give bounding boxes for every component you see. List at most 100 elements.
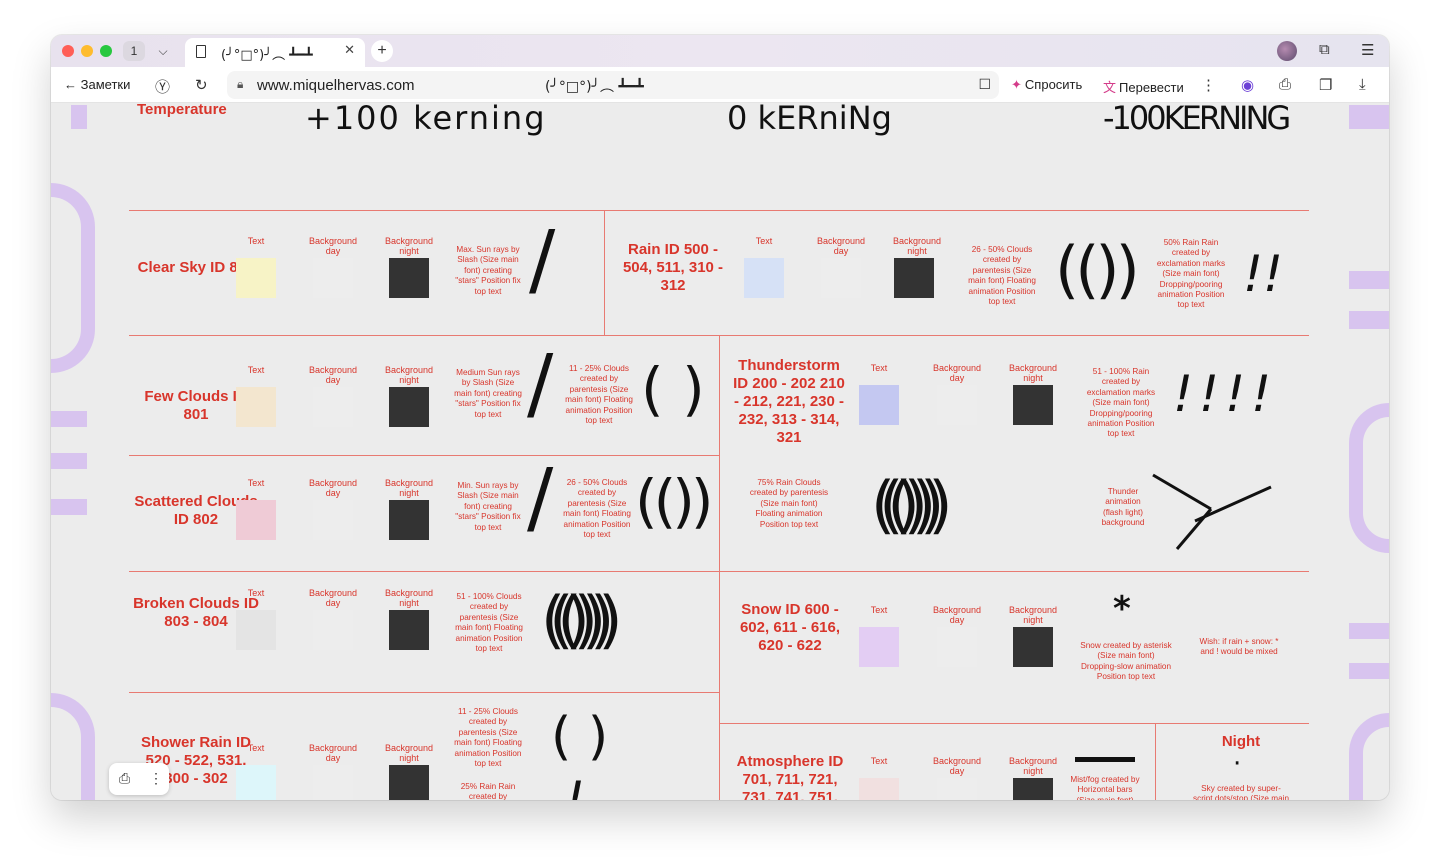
tab-active[interactable]: (╯°□°)╯︵ ┻━┻ ✕ [185,38,365,67]
clear-sky-desc: Max. Sun rays by Slash (Size main font) … [455,245,521,296]
url-host: www.miquelhervas.com [257,77,415,94]
chevron-down-icon[interactable]: ⌵ [151,41,175,61]
bg-day-swatch [821,258,861,298]
text-color-swatch [859,778,899,800]
thunder-clouds-desc: 75% Rain Clouds created by parentesis (S… [749,478,829,529]
bookmark-icon[interactable]: ☐ [978,76,991,93]
browser-window: 1 ⌵ (╯°□°)╯︵ ┻━┻ ✕ + ⧉ ☰ ← Заметки Ⓨ ↻ 🔒… [51,35,1389,800]
bg-day-swatch [313,258,353,298]
close-tab-icon[interactable]: ✕ [344,43,355,58]
decorative-shape [1349,271,1389,289]
decorative-shape [1349,713,1389,800]
tab-title: (╯°□°)╯︵ ┻━┻ [221,48,313,63]
bg-day-swatch [313,387,353,427]
tab-bar: 1 ⌵ (╯°□°)╯︵ ┻━┻ ✕ + ⧉ ☰ [51,35,1389,67]
bg-day-swatch [313,765,353,800]
address-field[interactable]: 🔒︎ www.miquelhervas.com (╯°□°)╯︵ ┻━┻ ☐ [227,71,999,99]
snow-wish-note: Wish: if rain + snow: * and ! would be m… [1199,637,1279,657]
thunderstorm-title: Thunderstorm ID 200 - 202 210 - 212, 221… [733,357,845,446]
download-icon[interactable]: ⤓ [1359,76,1366,93]
exclamation-glyph: !! [1243,245,1284,303]
bg-day-swatch [313,500,353,540]
bg-day-label: Background day [308,743,358,763]
decorative-shape [1349,311,1389,329]
camera-icon[interactable]: ⎙ [119,770,130,787]
broken-desc: 51 - 100% Clouds created by parentesis (… [455,592,523,654]
translate-button[interactable]: 文 Перевести [1103,77,1184,96]
text-label: Text [870,756,888,766]
bg-night-swatch [1013,627,1053,667]
decorative-shape [51,411,87,427]
decorative-shape [51,453,87,469]
divider [129,210,1309,211]
tab-count-button[interactable]: 1 [123,41,145,61]
bg-day-label: Background day [932,756,982,776]
bg-night-label: Background night [384,236,434,256]
bg-night-swatch [389,610,429,650]
close-window-button[interactable] [62,45,74,57]
text-label: Text [870,363,888,373]
bg-day-swatch [313,610,353,650]
bg-night-swatch [1013,778,1053,800]
bg-day-label: Background day [932,605,982,625]
rain-drops-desc: 50% Rain Rain created by exclamation mar… [1156,238,1226,310]
bg-night-label: Background night [384,743,434,763]
divider [129,571,1309,572]
bg-night-swatch [389,258,429,298]
parenthesis-glyph: ((())))) [871,468,952,541]
slash-glyph: / [527,339,554,429]
divider [129,692,719,693]
back-button[interactable]: ← Заметки [64,77,130,92]
bg-day-label: Background day [308,478,358,498]
decorative-shape [1349,663,1389,679]
divider [719,335,720,800]
few-clouds-cloud-desc: 11 - 25% Clouds created by parentesis (S… [565,364,633,426]
dot-glyph: · [1233,749,1242,779]
decorative-shape [1349,403,1389,553]
divider [1155,723,1156,800]
decorative-shape [51,183,95,373]
ask-button[interactable]: ✦ Спросить [1011,77,1082,93]
reload-icon[interactable]: ↻ [195,76,208,94]
avatar[interactable] [1277,41,1297,61]
yandex-icon[interactable]: Ⓨ [155,76,170,97]
ask-label: Спросить [1024,77,1083,92]
more-icon[interactable]: ⋮ [1201,76,1216,94]
thunder-rain-desc: 51 - 100% Rain created by exclamation ma… [1086,367,1156,439]
text-label: Text [247,478,265,488]
scattered-desc: Min. Sun rays by Slash (Size main font) … [455,481,521,532]
text-label: Text [755,236,773,246]
alice-icon[interactable]: ◉ [1241,76,1254,94]
decorative-shape [1349,623,1389,639]
more-icon[interactable]: ⋮ [149,770,163,787]
text-color-swatch [236,765,276,800]
bg-night-label: Background night [384,478,434,498]
bg-day-swatch [937,778,977,800]
text-label: Text [247,743,265,753]
text-label: Text [870,605,888,615]
bookmarks-icon[interactable]: ⧉ [1319,41,1330,58]
text-color-swatch [744,258,784,298]
thunder-flash-desc: Thunder animation (flash light) backgrou… [1101,487,1145,528]
exclamation-glyph: !!!! [1173,365,1278,423]
kerning-minus-sample: -100KERNING [1103,103,1291,137]
text-label: Text [247,588,265,598]
bg-day-swatch [937,385,977,425]
bg-day-label: Background day [308,365,358,385]
decorative-shape [51,499,87,515]
decorative-shape [71,105,87,129]
minimize-window-button[interactable] [81,45,93,57]
divider [129,455,719,456]
bg-night-swatch [389,500,429,540]
atmosphere-title: Atmosphere ID 701, 711, 721, 731, 741, 7… [736,753,844,800]
scattered-cloud-desc: 26 - 50% Clouds created by parentesis (S… [563,478,631,540]
collections-icon[interactable]: ❐ [1319,76,1332,94]
text-color-swatch [859,627,899,667]
menu-icon[interactable]: ☰ [1361,41,1374,59]
bg-day-swatch [937,627,977,667]
snow-desc: Snow created by asterisk (Size main font… [1080,641,1172,682]
screenshot-icon[interactable]: ⎙ [1279,76,1291,93]
new-tab-button[interactable]: + [371,40,393,62]
atmosphere-desc: Mist/fog created by Horizontal bars (Siz… [1070,775,1140,800]
zoom-window-button[interactable] [100,45,112,57]
